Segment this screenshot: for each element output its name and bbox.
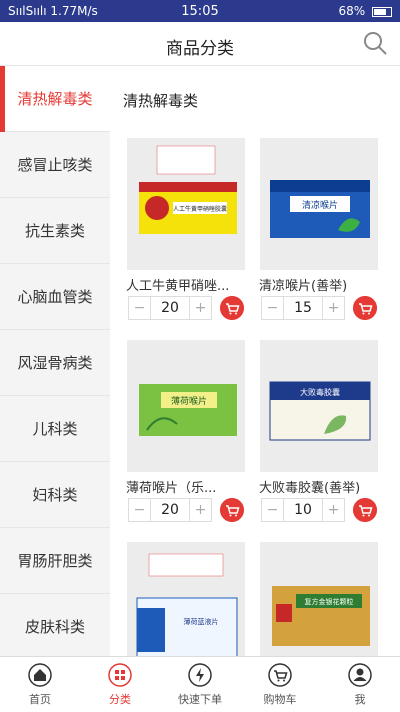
box-label: 大败毒胶囊 [300,387,340,397]
profile-icon [348,663,372,687]
product-name[interactable]: 薄荷喉片（乐... [126,477,246,496]
box-label: 人工牛黄甲硝唑胶囊 [173,205,227,213]
increment-button[interactable]: + [189,297,211,319]
sidebar-item-label: 妇科类 [32,486,78,504]
product-image[interactable]: 大败毒胶囊 [260,340,378,472]
quantity-stepper: − 15 + [261,296,345,320]
quantity-value[interactable]: 15 [284,297,322,319]
sidebar-item-kangshengsu[interactable]: 抗生素类 [0,198,110,264]
sidebar-item-erke[interactable]: 儿科类 [0,396,110,462]
decrement-button[interactable]: − [129,297,151,319]
sidebar-item-label: 心脑血管类 [17,288,93,306]
box-label: 清凉喉片 [302,199,338,211]
category-sidebar: 清热解毒类 感冒止咳类 抗生素类 心脑血管类 风湿骨病类 儿科类 妇科类 胃肠肝… [0,66,110,660]
tab-label: 购物车 [263,693,297,706]
product-name[interactable]: 清凉喉片(善举) [259,275,379,294]
sidebar-item-pifu[interactable]: 皮肤科类 [0,594,110,660]
quantity-value[interactable]: 20 [151,297,189,319]
category-heading: 清热解毒类 [123,92,199,110]
decrement-button[interactable]: − [129,499,151,521]
active-indicator [0,66,5,132]
sidebar-item-label: 儿科类 [32,420,78,438]
tab-home[interactable]: 首页 [0,657,80,712]
quantity-value[interactable]: 10 [284,499,322,521]
product-card[interactable]: 大败毒胶囊 大败毒胶囊(善举) − 10 + [255,340,379,530]
tab-category[interactable]: 分类 [80,657,160,712]
battery-area: 68% [338,4,392,18]
tab-cart[interactable]: 购物车 [240,657,320,712]
sidebar-item-weichang[interactable]: 胃肠肝胆类 [0,528,110,594]
tab-me[interactable]: 我 [320,657,400,712]
increment-button[interactable]: + [322,297,344,319]
product-card[interactable]: 清凉喉片 清凉喉片(善举) − 15 + [255,138,379,328]
quantity-stepper: − 20 + [128,296,212,320]
box-label: 薄荷喉片 [171,395,207,407]
product-card[interactable]: 薄荷蓝液片 [122,542,246,656]
battery-icon [372,6,392,17]
add-to-cart-icon[interactable] [220,296,244,320]
add-to-cart-icon[interactable] [220,498,244,522]
sidebar-item-label: 抗生素类 [24,222,85,240]
tab-label: 我 [354,693,366,706]
app-header: 商品分类 [0,22,400,66]
add-to-cart-icon[interactable] [353,296,377,320]
add-to-cart-icon[interactable] [353,498,377,522]
decrement-button[interactable]: − [262,499,284,521]
battery-percent: 68% [338,4,366,18]
product-image[interactable]: 薄荷喉片 [127,340,245,472]
sidebar-item-xinnao[interactable]: 心脑血管类 [0,264,110,330]
sidebar-item-qingre[interactable]: 清热解毒类 [0,66,110,132]
quantity-stepper: − 10 + [261,498,345,522]
product-image[interactable]: 人工牛黄甲硝唑胶囊 [127,138,245,270]
sidebar-item-label: 清热解毒类 [17,90,93,108]
box-label: 薄荷蓝液片 [184,617,219,626]
product-image[interactable]: 薄荷蓝液片 [127,542,245,656]
sidebar-item-fengshi[interactable]: 风湿骨病类 [0,330,110,396]
cart-icon [268,663,292,687]
product-card[interactable]: 复方金银花颗粒 [255,542,379,656]
category-icon [108,663,132,687]
tab-quick-order[interactable]: 快速下单 [160,657,240,712]
product-name[interactable]: 人工牛黄甲硝唑... [126,275,246,294]
sidebar-item-label: 感冒止咳类 [17,156,93,174]
product-image[interactable]: 清凉喉片 [260,138,378,270]
sidebar-item-ganmao[interactable]: 感冒止咳类 [0,132,110,198]
bottom-tab-bar: 首页 分类 快速下单 购物车 我 [0,656,400,711]
page-title: 商品分类 [166,39,234,59]
tab-label: 分类 [109,693,131,706]
status-bar: SıılSıılı 1.77M/s 15:05 68% [0,0,400,22]
sidebar-item-label: 胃肠肝胆类 [17,552,93,570]
product-image[interactable]: 复方金银花颗粒 [260,542,378,656]
home-icon [28,663,52,687]
increment-button[interactable]: + [189,499,211,521]
quantity-value[interactable]: 20 [151,499,189,521]
box-label: 复方金银花颗粒 [305,597,354,606]
quantity-stepper: − 20 + [128,498,212,522]
tab-label: 快速下单 [178,693,222,706]
increment-button[interactable]: + [322,499,344,521]
product-list: 清热解毒类 人工牛黄甲硝唑胶囊 人工牛黄甲硝唑... − 20 + 清凉喉片 清… [110,66,400,656]
search-icon[interactable] [362,30,388,56]
tab-label: 首页 [29,693,51,706]
product-card[interactable]: 人工牛黄甲硝唑胶囊 人工牛黄甲硝唑... − 20 + [122,138,246,328]
lightning-icon [188,663,212,687]
decrement-button[interactable]: − [262,297,284,319]
sidebar-item-label: 风湿骨病类 [17,354,93,372]
sidebar-item-label: 皮肤科类 [24,618,85,636]
sidebar-item-fuke[interactable]: 妇科类 [0,462,110,528]
product-card[interactable]: 薄荷喉片 薄荷喉片（乐... − 20 + [122,340,246,530]
product-name[interactable]: 大败毒胶囊(善举) [259,477,379,496]
